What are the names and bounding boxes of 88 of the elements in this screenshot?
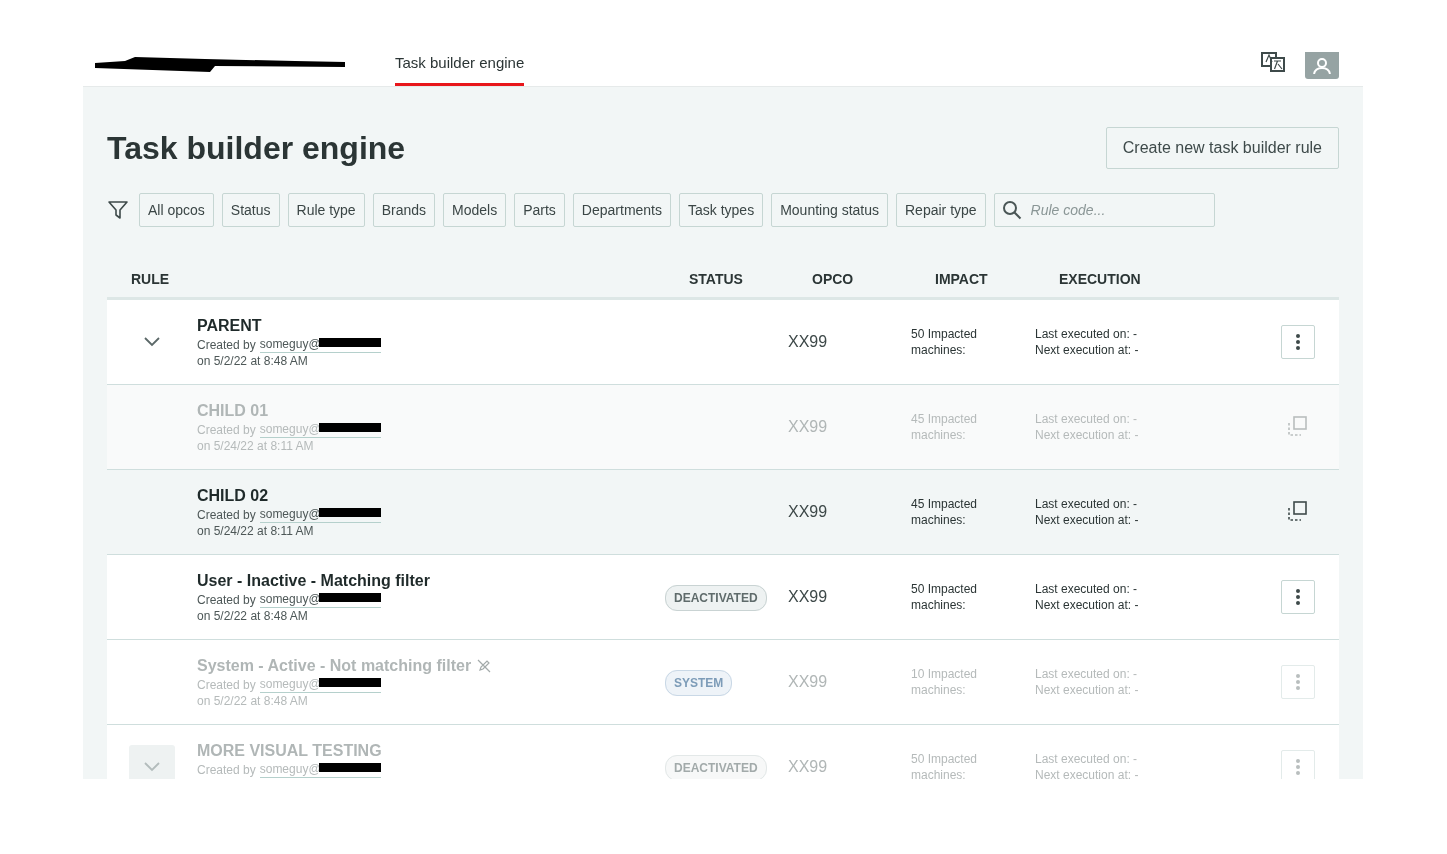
- status-badge: DEACTIVATED: [665, 755, 767, 779]
- redaction-bar: [318, 763, 381, 772]
- kebab-icon: [1296, 759, 1300, 775]
- last-executed: Last executed on: -: [1035, 666, 1139, 682]
- filter-button[interactable]: Models: [443, 193, 507, 227]
- last-executed: Last executed on: -: [1035, 411, 1139, 427]
- rule-name: CHILD 01: [197, 401, 269, 421]
- created-date: on 5/2/22 at 8:48 AM: [197, 693, 309, 709]
- created-by-label: Created by: [197, 676, 256, 693]
- author-link[interactable]: someguy@: [259, 592, 321, 606]
- filter-icon[interactable]: [107, 199, 129, 221]
- chevron-icon: [144, 337, 160, 347]
- redaction-bar: [318, 593, 381, 602]
- next-execution: Next execution at: -: [1035, 512, 1140, 528]
- page-title: Task builder engine: [107, 129, 406, 167]
- last-executed: Last executed on: -: [1035, 751, 1139, 767]
- table-row[interactable]: User - Inactive - Matching filter Created by someguy@ on 5/2/22 at 8:48 AM DEACTIVATED XX99 50 Impacted machines: Last executed on: - Next execution at: -: [107, 555, 1339, 640]
- filter-button[interactable]: Mounting status: [771, 193, 888, 227]
- redaction-bar: [318, 508, 381, 517]
- last-executed: Last executed on: -: [1035, 581, 1139, 597]
- table-row[interactable]: PARENT Created by someguy@ on 5/2/22 at 8:48 AM XX99 50 Impacted machines: Last executed on: - Next execution at: -: [107, 300, 1339, 385]
- redaction-bar: [318, 338, 381, 347]
- rule-name: User - Inactive - Matching filter: [197, 571, 430, 591]
- search-icon: [1001, 200, 1022, 220]
- next-execution: Next execution at: -: [1035, 342, 1140, 358]
- rule-name: MORE VISUAL TESTING: [197, 741, 382, 761]
- redaction-bar: [318, 423, 381, 432]
- copy-icon: [1287, 415, 1309, 437]
- rule-name: PARENT: [197, 316, 262, 336]
- create-rule-button[interactable]: Create new task builder rule: [1105, 127, 1339, 169]
- opco-code: XX99: [788, 333, 829, 351]
- impact-text: 45 Impacted machines:: [911, 411, 979, 443]
- last-executed: Last executed on: -: [1035, 326, 1139, 342]
- kebab-icon: [1296, 589, 1300, 605]
- impact-text: 50 Impacted machines:: [911, 581, 979, 613]
- translate-icon[interactable]: [1261, 52, 1285, 72]
- chevron-icon: [144, 762, 160, 772]
- column-header: RULE: [131, 271, 171, 287]
- user-avatar[interactable]: [1305, 52, 1339, 79]
- filter-button[interactable]: Brands: [372, 193, 436, 227]
- created-date: on 5/24/22 at 8:11 AM: [197, 523, 315, 539]
- impact-text: 50 Impacted machines:: [911, 751, 979, 779]
- created-date: on 5/2/22 at 8:48 AM: [197, 353, 309, 369]
- redaction-bar: [318, 678, 381, 687]
- last-executed: Last executed on: -: [1035, 496, 1139, 512]
- rule-name: CHILD 02: [197, 486, 269, 506]
- status-badge: SYSTEM: [665, 670, 733, 696]
- more-menu-button[interactable]: [1281, 325, 1315, 359]
- column-header: EXECUTION: [1059, 271, 1142, 287]
- opco-code: XX99: [788, 418, 829, 436]
- filter-button[interactable]: Task types: [679, 193, 764, 227]
- opco-code: XX99: [788, 673, 829, 691]
- filter-button[interactable]: Departments: [572, 193, 671, 227]
- impact-text: 50 Impacted machines:: [911, 326, 979, 358]
- filter-button[interactable]: Status: [221, 193, 280, 227]
- opco-code: XX99: [788, 588, 829, 606]
- next-execution: Next execution at: -: [1035, 682, 1140, 698]
- more-menu-button[interactable]: [1281, 580, 1315, 614]
- search-field[interactable]: Rule code...: [993, 193, 1215, 227]
- next-execution: Next execution at: -: [1035, 427, 1140, 443]
- created-date: on 5/2/22 at 8:48 AM: [197, 608, 309, 624]
- user-icon: [1312, 57, 1332, 74]
- rule-name: System - Active - Not matching filter: [197, 656, 472, 676]
- next-execution: Next execution at: -: [1035, 767, 1140, 779]
- column-header: STATUS: [689, 271, 744, 287]
- status-badge: DEACTIVATED: [665, 585, 767, 611]
- created-by-label: Created by: [197, 336, 256, 353]
- impact-text: 10 Impacted machines:: [911, 666, 979, 698]
- filter-button[interactable]: Repair type: [896, 193, 986, 227]
- impact-text: 45 Impacted machines:: [911, 496, 979, 528]
- next-execution: Next execution at: -: [1035, 597, 1140, 613]
- created-by-label: Created by: [197, 591, 256, 608]
- column-header: OPCO: [812, 271, 855, 287]
- created-by-label: Created by: [197, 421, 256, 438]
- author-link[interactable]: someguy@: [259, 337, 321, 351]
- author-link[interactable]: someguy@: [259, 507, 321, 521]
- column-header: IMPACT: [935, 271, 989, 287]
- filter-button[interactable]: All opcos: [139, 193, 214, 227]
- created-date: on 5/24/22 at 8:11 AM: [197, 438, 315, 454]
- copy-icon: [1287, 500, 1309, 522]
- filter-button[interactable]: Parts: [514, 193, 565, 227]
- created-by-label: Created by: [197, 506, 256, 523]
- opco-code: XX99: [788, 758, 829, 776]
- kebab-icon: [1296, 334, 1300, 350]
- opco-code: XX99: [788, 503, 829, 521]
- filter-button[interactable]: Rule type: [287, 193, 365, 227]
- created-by-label: Created by: [197, 761, 256, 778]
- kebab-icon: [1296, 674, 1300, 690]
